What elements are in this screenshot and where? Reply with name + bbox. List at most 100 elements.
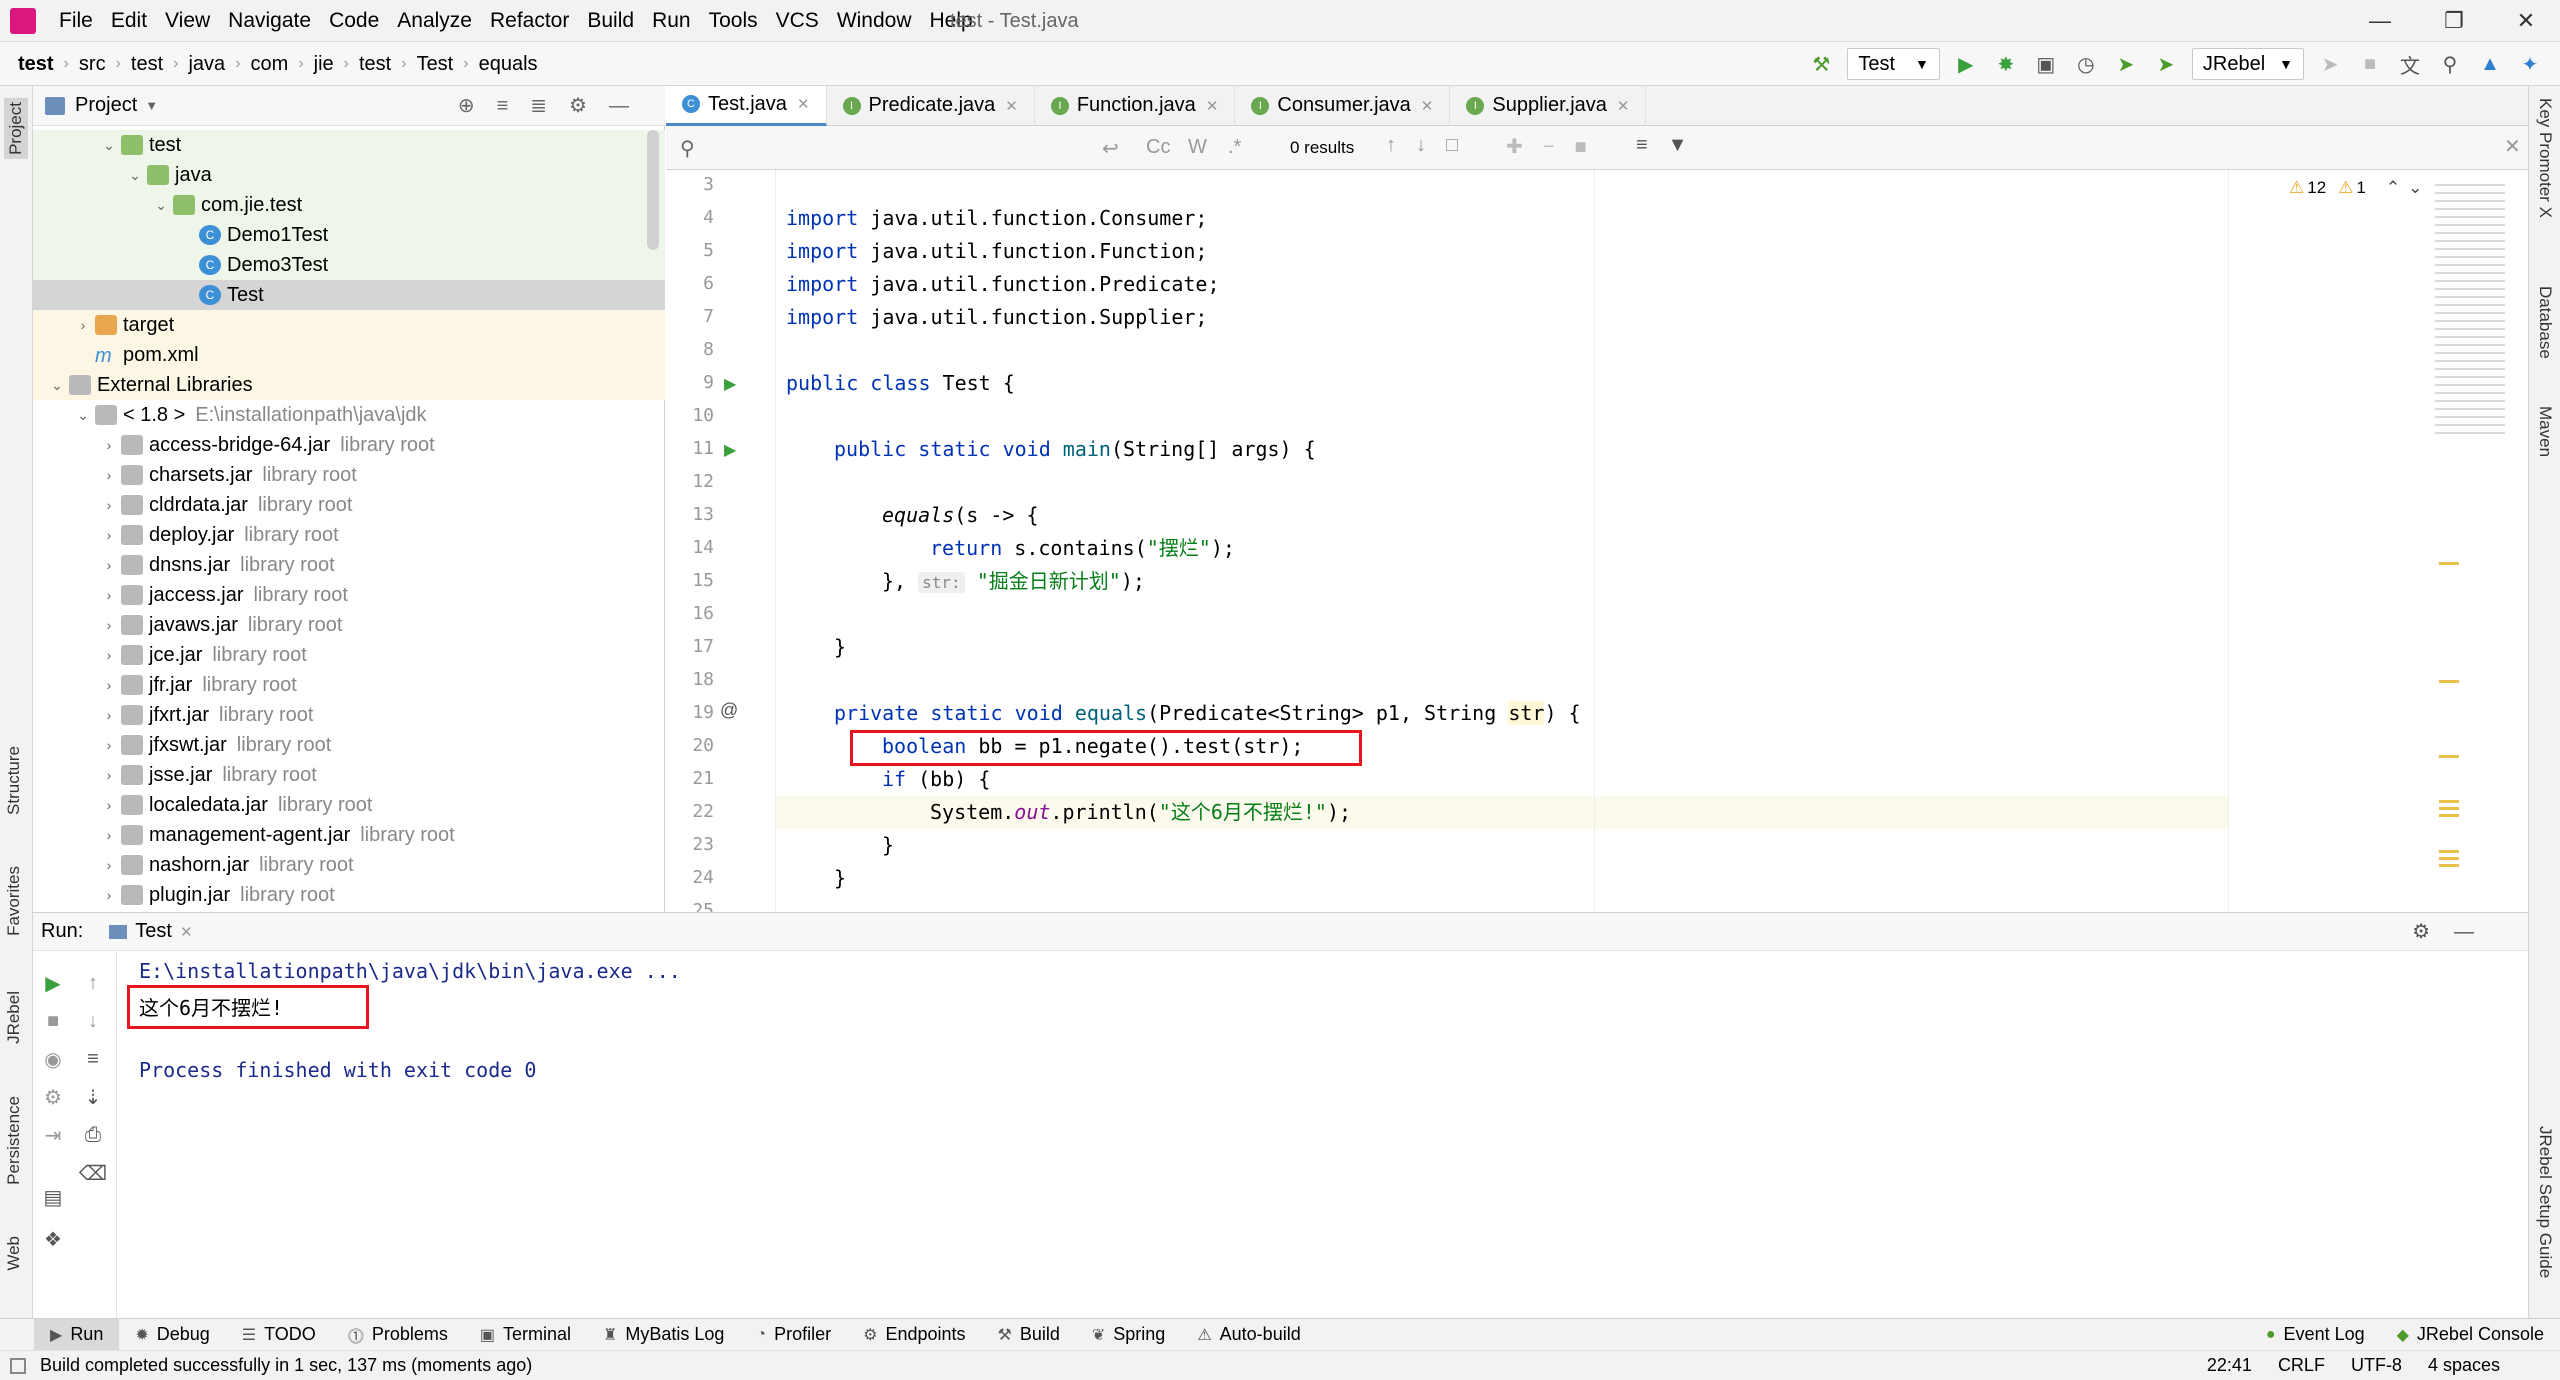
menu-run[interactable]: Run <box>643 0 700 42</box>
bottom-tab-run[interactable]: ▶ Run <box>34 1318 120 1351</box>
bottom-tab-endpoints[interactable]: ⚙ Endpoints <box>847 1319 981 1351</box>
layout-icon[interactable]: ▤ <box>35 1179 71 1215</box>
menu-file[interactable]: File <box>50 0 102 42</box>
warning-stripe[interactable] <box>2439 680 2459 683</box>
close-tab-icon[interactable]: ✕ <box>1421 97 1434 115</box>
structure-tool-tab[interactable]: Structure <box>4 746 24 815</box>
tree-item[interactable]: ⌄ External Libraries <box>33 370 665 400</box>
editor-tab[interactable]: I Predicate.java ✕ <box>827 85 1035 126</box>
tree-item[interactable]: › jfxrt.jar library root <box>33 700 665 730</box>
plugin-icon[interactable]: ✦ <box>2513 47 2547 81</box>
chevron-right-icon[interactable]: › <box>99 527 119 543</box>
close-tab-icon[interactable]: ✕ <box>180 923 193 941</box>
rebuild-icon[interactable]: ➤ <box>2313 47 2347 81</box>
chevron-right-icon[interactable]: › <box>73 317 93 333</box>
editor-tab[interactable]: I Function.java ✕ <box>1035 85 1236 126</box>
menu-tools[interactable]: Tools <box>700 0 767 42</box>
tree-item[interactable]: › nashorn.jar library root <box>33 850 665 880</box>
web-tool-tab[interactable]: Web <box>4 1236 24 1271</box>
find-navigation-icons[interactable]: ↑↓□ <box>1386 134 1478 157</box>
down-icon[interactable]: ↓ <box>75 1003 111 1039</box>
jrebel-setup-guide-tab[interactable]: JRebel Setup Guide <box>2535 1126 2555 1278</box>
breadcrumb-item[interactable]: src <box>75 53 110 76</box>
chevron-right-icon[interactable]: › <box>99 647 119 663</box>
whole-words-toggle[interactable]: W <box>1188 136 1207 159</box>
bottom-tab-build[interactable]: ⚒ Build <box>982 1319 1076 1351</box>
tree-item[interactable]: ⌄ java <box>33 160 665 190</box>
stop-icon[interactable]: ■ <box>2353 47 2387 81</box>
tree-item[interactable]: C Demo1Test <box>33 220 665 250</box>
bottom-tab-profiler[interactable]: ◔ Profiler <box>740 1319 847 1351</box>
bottom-right-jrebel-console[interactable]: ◆ JRebel Console <box>2381 1319 2560 1351</box>
menu-analyze[interactable]: Analyze <box>388 0 481 42</box>
match-case-toggle[interactable]: Cc <box>1146 136 1170 159</box>
debug-icon[interactable]: ✸ <box>1989 47 2023 81</box>
scrollbar-thumb[interactable] <box>647 130 659 250</box>
exit-icon[interactable]: ⇥ <box>35 1117 71 1153</box>
editor-tab[interactable]: C Test.java ✕ <box>666 85 827 126</box>
tree-item[interactable]: › jce.jar library root <box>33 640 665 670</box>
minimize-button[interactable]: — <box>2350 0 2410 42</box>
panel-tool-icons[interactable]: ⊕≡≣⚙— <box>458 93 651 118</box>
breadcrumb-item[interactable]: test <box>14 53 58 76</box>
run-method-gutter-icon[interactable]: ▶ <box>724 440 736 460</box>
chevron-right-icon[interactable]: › <box>99 587 119 603</box>
breadcrumb-item[interactable]: equals <box>475 53 542 76</box>
chevron-right-icon[interactable]: › <box>99 857 119 873</box>
breadcrumb-item[interactable]: com <box>247 53 293 76</box>
chevron-up-icon[interactable]: ⌃ <box>2386 178 2400 198</box>
tree-item[interactable]: C Demo3Test <box>33 250 665 280</box>
tree-item[interactable]: m pom.xml <box>33 340 665 370</box>
inspection-widget[interactable]: ⚠ 12 ⚠ 1 ⌃ ⌄ <box>2289 178 2422 198</box>
tree-item[interactable]: ⌄ test <box>33 130 665 160</box>
warning-stripe[interactable] <box>2439 755 2459 758</box>
chevron-down-icon[interactable]: ⌄ <box>73 407 93 424</box>
chevron-right-icon[interactable]: › <box>99 557 119 573</box>
chevron-right-icon[interactable]: › <box>99 737 119 753</box>
find-input[interactable] <box>706 134 1066 162</box>
run-icon[interactable]: ▶ <box>1949 47 1983 81</box>
up-icon[interactable]: ↑ <box>75 965 111 1001</box>
jrebel-run-icon[interactable]: ➤ <box>2109 47 2143 81</box>
history-icon[interactable]: ↩ <box>1102 136 1119 161</box>
key-promoter-tab[interactable]: Key Promoter X <box>2535 98 2555 218</box>
menu-code[interactable]: Code <box>320 0 388 42</box>
tree-item[interactable]: › javaws.jar library root <box>33 610 665 640</box>
persistence-tool-tab[interactable]: Persistence <box>4 1096 24 1185</box>
tree-item[interactable]: › jaccess.jar library root <box>33 580 665 610</box>
menu-navigate[interactable]: Navigate <box>219 0 320 42</box>
pin-icon[interactable]: ❖ <box>35 1221 71 1257</box>
tree-item[interactable]: › dnsns.jar library root <box>33 550 665 580</box>
tree-item[interactable]: › jfr.jar library root <box>33 670 665 700</box>
translate-icon[interactable]: 文 <box>2393 47 2427 81</box>
jrebel-debug-icon[interactable]: ➤ <box>2149 47 2183 81</box>
bottom-tab-mybatis-log[interactable]: ♜ MyBatis Log <box>587 1319 740 1351</box>
bottom-right-event-log[interactable]: ● Event Log <box>2250 1319 2381 1351</box>
breadcrumb-item[interactable]: java <box>184 53 229 76</box>
tree-item[interactable]: › access-bridge-64.jar library root <box>33 430 665 460</box>
maximize-button[interactable]: ❐ <box>2424 0 2484 42</box>
search-icon[interactable]: ⚲ <box>680 136 695 161</box>
chevron-down-icon[interactable]: ⌄ <box>125 167 145 184</box>
menu-window[interactable]: Window <box>828 0 921 42</box>
run-panel-settings-icons[interactable]: ⚙— <box>2412 919 2498 944</box>
menu-view[interactable]: View <box>156 0 219 42</box>
editor-tab[interactable]: I Supplier.java ✕ <box>1450 85 1647 126</box>
run-class-gutter-icon[interactable]: ▶ <box>724 374 736 394</box>
bottom-tab-problems[interactable]: ⓵ Problems <box>332 1319 464 1351</box>
chevron-right-icon[interactable]: › <box>99 887 119 903</box>
tree-item[interactable]: › cldrdata.jar library root <box>33 490 665 520</box>
chevron-right-icon[interactable]: › <box>99 767 119 783</box>
close-button[interactable]: ✕ <box>2496 0 2556 42</box>
breadcrumb-item[interactable]: jie <box>310 53 338 76</box>
chevron-right-icon[interactable]: › <box>99 707 119 723</box>
project-tool-tab[interactable]: Project <box>4 98 28 159</box>
breadcrumb-item[interactable]: test <box>355 53 395 76</box>
bottom-tab-terminal[interactable]: ▣ Terminal <box>464 1319 587 1351</box>
regex-toggle[interactable]: .* <box>1228 136 1241 159</box>
chevron-right-icon[interactable]: › <box>99 617 119 633</box>
code-minimap[interactable] <box>2435 178 2505 438</box>
menu-vcs[interactable]: VCS <box>767 0 828 42</box>
close-tab-icon[interactable]: ✕ <box>797 95 810 113</box>
project-view-selector[interactable]: Project <box>75 94 137 117</box>
